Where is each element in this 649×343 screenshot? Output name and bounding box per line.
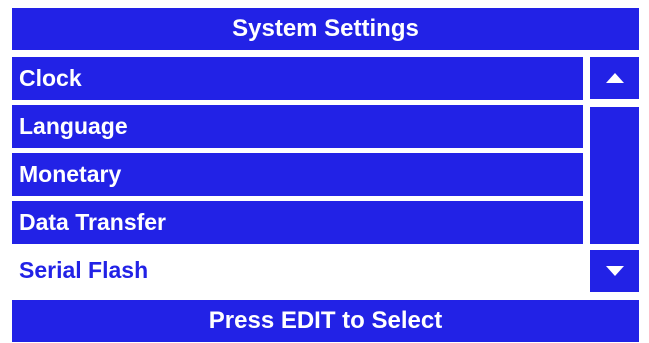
menu-item-serial-flash[interactable]: Serial Flash xyxy=(12,249,583,292)
menu-item-monetary[interactable]: Monetary xyxy=(12,153,583,196)
footer-prompt: Press EDIT to Select xyxy=(12,300,639,342)
menu-item-data-transfer[interactable]: Data Transfer xyxy=(12,201,583,244)
scroll-track[interactable] xyxy=(590,107,639,244)
menu-item-label: Serial Flash xyxy=(19,257,149,283)
menu-item-clock[interactable]: Clock xyxy=(12,57,583,100)
triangle-up-icon xyxy=(605,73,624,83)
menu-item-label: Monetary xyxy=(19,161,122,187)
scroll-down-button[interactable] xyxy=(590,250,639,292)
menu-item-label: Clock xyxy=(19,65,82,91)
footer-prompt-text: Press EDIT to Select xyxy=(208,307,443,334)
scroll-up-button[interactable] xyxy=(590,57,639,99)
menu-item-label: Data Transfer xyxy=(19,209,167,235)
menu-item-language[interactable]: Language xyxy=(12,105,583,148)
triangle-down-icon xyxy=(605,266,624,276)
menu-item-label: Language xyxy=(19,113,128,139)
page-title-text: System Settings xyxy=(232,15,419,42)
page-title: System Settings xyxy=(12,8,639,50)
